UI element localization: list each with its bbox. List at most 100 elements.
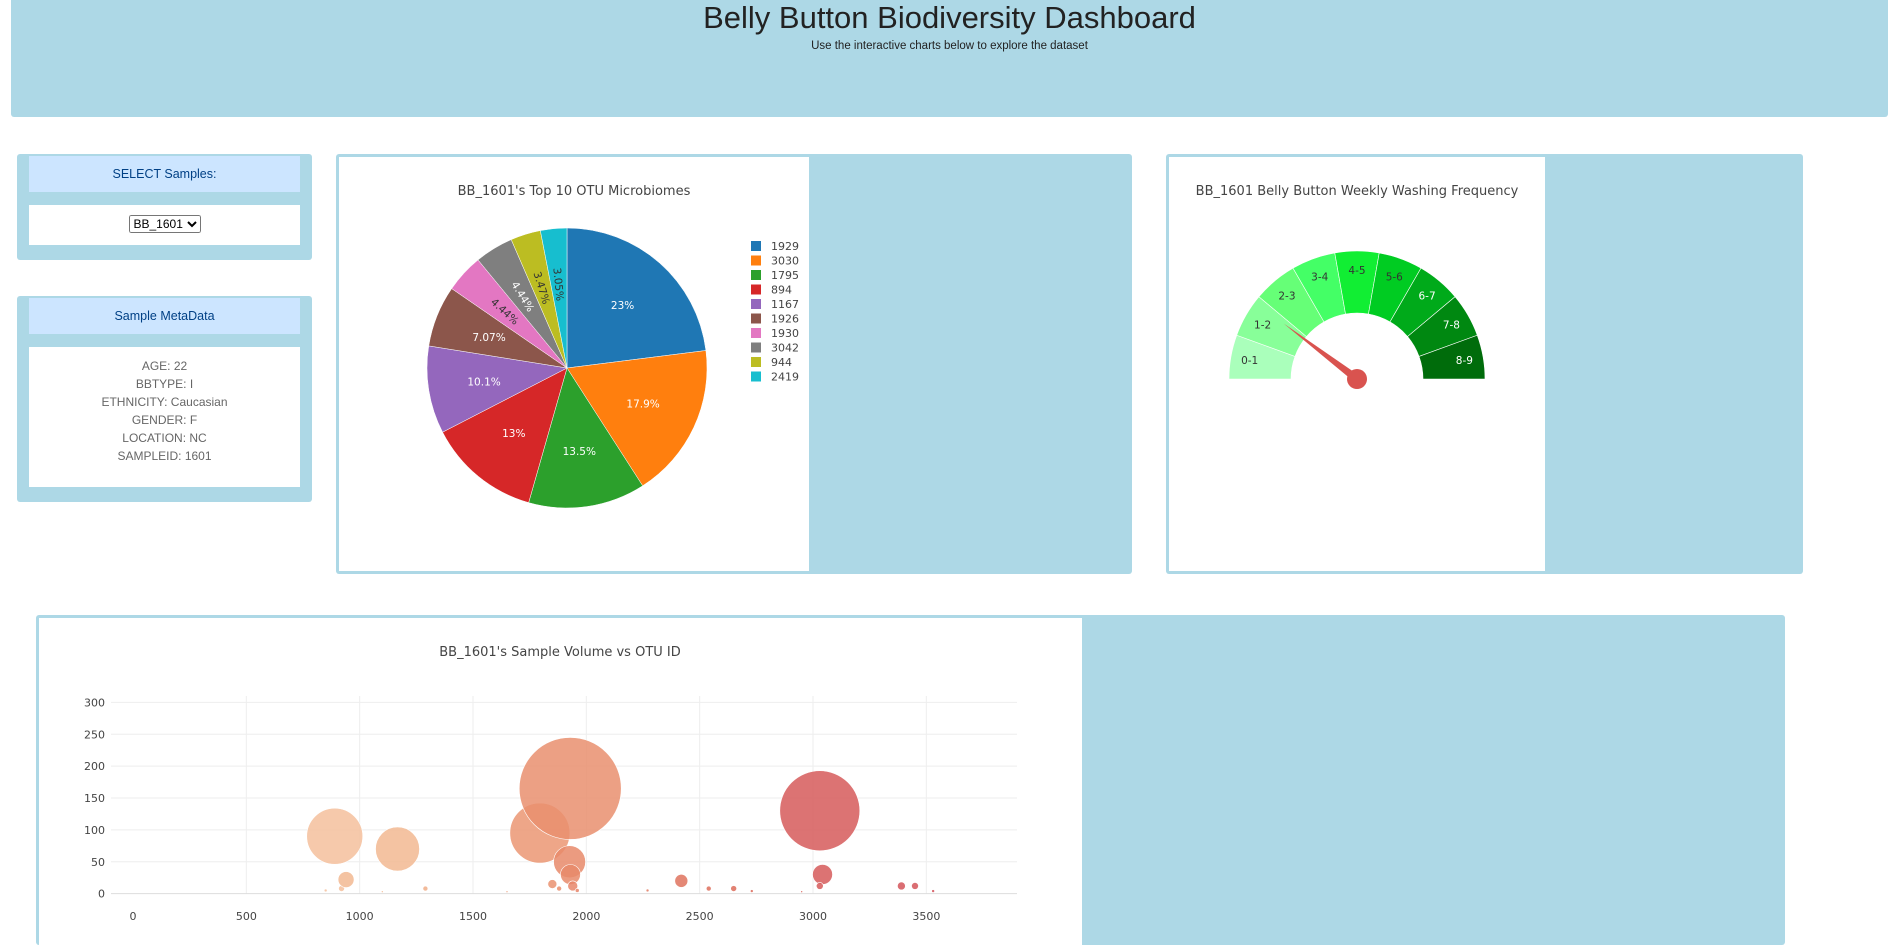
bubble-point	[306, 807, 364, 865]
bubble-point	[800, 890, 803, 894]
gauge-label-3-4: 3-4	[1311, 272, 1328, 284]
y-tick-label: 250	[84, 728, 105, 741]
legend-label-3030: 3030	[771, 255, 799, 268]
bubble-point	[381, 890, 384, 894]
y-tick-label: 100	[84, 824, 105, 837]
select-heading-label: SELECT Samples:	[112, 167, 217, 181]
metadata-panel-body: AGE: 22 BBTYPE: I ETHNICITY: Caucasian G…	[29, 347, 300, 487]
legend-label-944: 944	[771, 356, 792, 369]
gauge-label-4-5: 4-5	[1348, 265, 1365, 277]
x-tick-label: 3000	[799, 910, 827, 923]
gauge-plot-area: BB_1601 Belly Button Weekly Washing Freq…	[1169, 157, 1545, 571]
legend-swatch-894	[751, 284, 761, 295]
pie-slice-label: 17.9%	[626, 399, 659, 411]
bubble-chart-title: BB_1601's Sample Volume vs OTU ID	[439, 645, 681, 660]
y-tick-label: 200	[84, 760, 105, 773]
select-panel-heading: SELECT Samples:	[29, 156, 300, 192]
gauge-label-8-9: 8-9	[1456, 355, 1473, 367]
sample-select[interactable]: BB_1601	[128, 215, 201, 233]
legend-swatch-2419	[751, 371, 761, 382]
metadata-sampleid: SAMPLEID: 1601	[117, 449, 212, 463]
bubble-point	[931, 889, 935, 893]
x-tick-label: 1500	[459, 910, 487, 923]
pie-slice-label: 7.07%	[472, 332, 505, 344]
select-panel: SELECT Samples: BB_1601	[17, 154, 312, 260]
x-tick-label: 500	[236, 910, 257, 923]
legend-swatch-1930	[751, 328, 761, 338]
bubble-point	[674, 874, 689, 888]
metadata-panel-heading: Sample MetaData	[29, 298, 300, 334]
pie-slice-1929	[566, 227, 707, 369]
bubble-point	[897, 881, 906, 891]
bubble-point	[547, 879, 558, 889]
bubble-point	[730, 885, 737, 892]
bubble-point	[815, 882, 824, 890]
metadata-gender: GENDER: F	[131, 413, 198, 427]
gauge-chart-title: BB_1601 Belly Button Weekly Washing Freq…	[1196, 184, 1519, 199]
x-tick-label: 0	[130, 910, 137, 923]
y-tick-label: 50	[91, 856, 105, 869]
bubble-point	[911, 882, 919, 890]
legend-label-2419: 2419	[771, 371, 799, 384]
y-tick-label: 150	[84, 792, 105, 805]
bubble-point	[749, 889, 754, 893]
legend-label-1926: 1926	[771, 313, 799, 326]
pie-slice-label: 10.1%	[467, 376, 500, 388]
legend-label-1795: 1795	[771, 269, 799, 282]
legend-swatch-3030	[751, 255, 761, 266]
legend-label-894: 894	[771, 284, 792, 297]
bubble-point	[556, 885, 562, 892]
x-tick-label: 2000	[572, 910, 600, 923]
gauge-label-2-3: 2-3	[1278, 291, 1295, 303]
x-tick-label: 1000	[346, 910, 374, 923]
legend-label-1167: 1167	[771, 298, 799, 311]
pie-card: BB_1601's Top 10 OTU Microbiomes 23% 17.9…	[336, 154, 1132, 574]
y-tick-label: 0	[98, 888, 105, 901]
bubble-plot-area: BB_1601's Sample Volume vs OTU ID 0 500 10…	[39, 618, 1082, 945]
bubble-point	[574, 888, 580, 893]
gauge-label-1-2: 1-2	[1254, 320, 1271, 332]
bubble-point	[337, 871, 355, 888]
x-tick-label: 3500	[912, 910, 940, 923]
bubble-chart: BB_1601's Sample Volume vs OTU ID 0 500 10…	[84, 645, 1017, 923]
legend-label-1929: 1929	[771, 240, 799, 253]
legend-swatch-3042	[751, 342, 761, 353]
pie-slice-label: 13%	[502, 428, 525, 440]
bubble-point	[323, 888, 328, 893]
bubble-point	[518, 737, 622, 840]
legend-swatch-1167	[751, 299, 761, 309]
pie-chart: BB_1601's Top 10 OTU Microbiomes 23% 17.9…	[426, 184, 799, 509]
pie-slice-label: 13.5%	[563, 446, 596, 458]
legend-swatch-1929	[751, 241, 761, 251]
bubble-point	[705, 885, 712, 892]
select-panel-body: BB_1601	[29, 205, 300, 245]
legend-label-3042: 3042	[771, 342, 799, 355]
legend-swatch-944	[751, 357, 761, 367]
metadata-age: AGE: 22	[141, 359, 188, 373]
metadata-panel: Sample MetaData AGE: 22 BBTYPE: I ETHNIC…	[17, 296, 312, 502]
x-tick-label: 2500	[686, 910, 714, 923]
legend-swatch-1795	[751, 270, 761, 280]
page-subtitle: Use the interactive charts below to expl…	[811, 40, 1088, 52]
bubble-point	[812, 864, 833, 885]
metadata-heading-label: Sample MetaData	[114, 309, 215, 323]
gauge-chart: BB_1601 Belly Button Weekly Washing Freq…	[1196, 184, 1519, 389]
y-tick-label: 300	[84, 696, 105, 709]
metadata-location: LOCATION: NC	[122, 431, 207, 445]
gauge-label-5-6: 5-6	[1386, 272, 1403, 284]
gauge-card: BB_1601 Belly Button Weekly Washing Freq…	[1166, 154, 1803, 574]
bubble-card: BB_1601's Sample Volume vs OTU ID 0 500 10…	[36, 615, 1785, 945]
page-title: Belly Button Biodiversity Dashboard	[703, 0, 1196, 35]
metadata-ethnicity: ETHNICITY: Caucasian	[101, 395, 228, 409]
gauge-label-0-1: 0-1	[1241, 355, 1258, 367]
pie-chart-title: BB_1601's Top 10 OTU Microbiomes	[458, 184, 691, 199]
bubble-point	[505, 890, 509, 894]
metadata-bbtype: BBTYPE: I	[135, 377, 194, 391]
pie-plot-area: BB_1601's Top 10 OTU Microbiomes 23% 17.9…	[339, 157, 809, 571]
bubble-point	[375, 826, 420, 872]
bubble-point	[422, 885, 429, 892]
legend-swatch-1926	[751, 313, 761, 324]
gauge-label-7-8: 7-8	[1443, 320, 1460, 332]
gauge-label-6-7: 6-7	[1418, 291, 1435, 303]
gauge-needle-hub	[1347, 369, 1367, 389]
